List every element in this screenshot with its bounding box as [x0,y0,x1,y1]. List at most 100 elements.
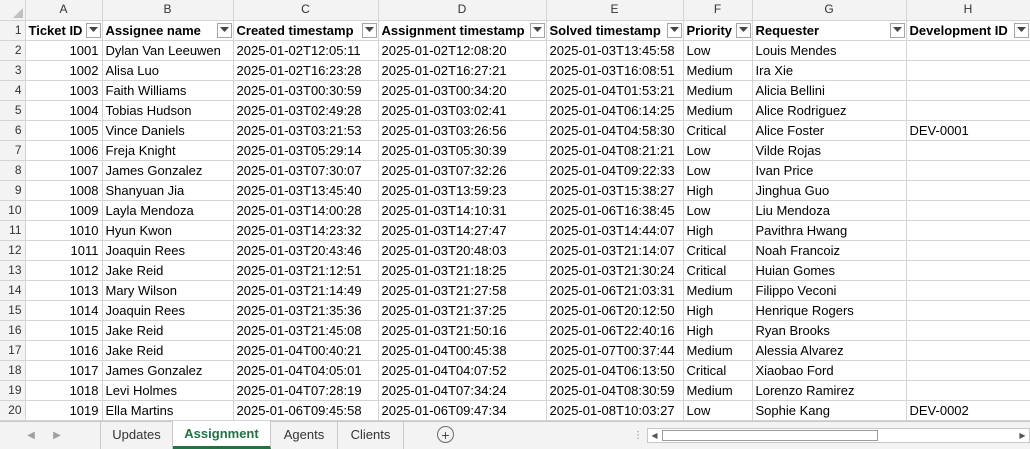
cell-b[interactable]: Levi Holmes [102,380,234,401]
row-header[interactable]: 6 [0,120,26,141]
cell-b[interactable]: Joaquin Rees [102,240,234,261]
cell-c[interactable]: 2025-01-03T03:21:53 [233,120,379,141]
cell-a[interactable]: 1005 [25,120,103,141]
cell-b[interactable]: Shanyuan Jia [102,180,234,201]
cell-a[interactable]: 1008 [25,180,103,201]
row-header[interactable]: 4 [0,80,26,101]
column-header-b[interactable]: B [102,0,234,21]
cell-e[interactable]: 2025-01-03T21:14:07 [546,240,684,261]
column-header-h[interactable]: H [906,0,1030,21]
header-cell[interactable]: Requester [752,20,907,41]
filter-dropdown-icon[interactable] [1013,22,1029,38]
cell-d[interactable]: 2025-01-03T00:34:20 [378,80,547,101]
cell-h[interactable] [906,340,1030,361]
filter-dropdown-icon[interactable] [216,22,232,38]
cell-b[interactable]: Vince Daniels [102,120,234,141]
cell-b[interactable]: Freja Knight [102,140,234,161]
row-header[interactable]: 17 [0,340,26,361]
cell-d[interactable]: 2025-01-03T07:32:26 [378,160,547,181]
cell-d[interactable]: 2025-01-03T20:48:03 [378,240,547,261]
filter-dropdown-icon[interactable] [666,22,682,38]
filter-dropdown-icon[interactable] [735,22,751,38]
header-cell[interactable]: Assignee name [102,20,234,41]
cell-h[interactable] [906,380,1030,401]
cell-g[interactable]: Vilde Rojas [752,140,907,161]
cell-e[interactable]: 2025-01-04T01:53:21 [546,80,684,101]
cell-f[interactable]: Low [683,140,753,161]
cell-f[interactable]: Critical [683,260,753,281]
cell-d[interactable]: 2025-01-03T14:10:31 [378,200,547,221]
cell-e[interactable]: 2025-01-03T14:44:07 [546,220,684,241]
cell-b[interactable]: Layla Mendoza [102,200,234,221]
row-header[interactable]: 3 [0,60,26,81]
cell-h[interactable]: DEV-0002 [906,400,1030,421]
cell-g[interactable]: Alicia Bellini [752,80,907,101]
header-cell[interactable]: Ticket ID [25,20,103,41]
row-header[interactable]: 13 [0,260,26,281]
cell-e[interactable]: 2025-01-04T09:22:33 [546,160,684,181]
cell-f[interactable]: Critical [683,120,753,141]
cell-f[interactable]: Low [683,160,753,181]
cell-h[interactable] [906,260,1030,281]
cell-h[interactable] [906,360,1030,381]
header-cell[interactable]: Created timestamp [233,20,379,41]
cell-c[interactable]: 2025-01-03T21:12:51 [233,260,379,281]
cell-b[interactable]: Dylan Van Leeuwen [102,40,234,61]
cell-g[interactable]: Ryan Brooks [752,320,907,341]
cell-e[interactable]: 2025-01-08T10:03:27 [546,400,684,421]
cell-d[interactable]: 2025-01-06T09:47:34 [378,400,547,421]
cell-b[interactable]: Hyun Kwon [102,220,234,241]
cell-c[interactable]: 2025-01-03T21:14:49 [233,280,379,301]
cell-h[interactable] [906,280,1030,301]
cell-f[interactable]: Medium [683,280,753,301]
cell-a[interactable]: 1013 [25,280,103,301]
cell-e[interactable]: 2025-01-04T06:13:50 [546,360,684,381]
cell-e[interactable]: 2025-01-07T00:37:44 [546,340,684,361]
splitter-handle[interactable]: ⋮ [633,430,643,441]
column-header-e[interactable]: E [546,0,684,21]
cell-g[interactable]: Louis Mendes [752,40,907,61]
tab-updates[interactable]: Updates [100,422,173,449]
cell-d[interactable]: 2025-01-03T03:26:56 [378,120,547,141]
cell-f[interactable]: High [683,300,753,321]
data-table[interactable]: ABCDEFGH 1 Ticket ID Assignee name Created … [0,0,1030,421]
cell-f[interactable]: Medium [683,60,753,81]
cell-d[interactable]: 2025-01-03T21:18:25 [378,260,547,281]
cell-g[interactable]: Noah Francoiz [752,240,907,261]
cell-f[interactable]: High [683,220,753,241]
row-header[interactable]: 1 [0,20,26,41]
cell-e[interactable]: 2025-01-06T21:03:31 [546,280,684,301]
row-header[interactable]: 11 [0,220,26,241]
cell-b[interactable]: James Gonzalez [102,360,234,381]
cell-b[interactable]: Alisa Luo [102,60,234,81]
cell-b[interactable]: James Gonzalez [102,160,234,181]
cell-d[interactable]: 2025-01-04T07:34:24 [378,380,547,401]
cell-c[interactable]: 2025-01-02T16:23:28 [233,60,379,81]
cell-d[interactable]: 2025-01-04T00:45:38 [378,340,547,361]
scroll-left-icon[interactable]: ◀ [648,429,661,442]
chevron-right-icon[interactable]: ▶ [50,428,64,442]
row-header[interactable]: 19 [0,380,26,401]
cell-f[interactable]: Low [683,400,753,421]
cell-f[interactable]: Critical [683,240,753,261]
cell-f[interactable]: Medium [683,340,753,361]
cell-h[interactable] [906,60,1030,81]
cell-a[interactable]: 1007 [25,160,103,181]
cell-c[interactable]: 2025-01-03T07:30:07 [233,160,379,181]
cell-g[interactable]: Sophie Kang [752,400,907,421]
header-cell[interactable]: Development ID [906,20,1030,41]
cell-b[interactable]: Jake Reid [102,260,234,281]
select-all-corner[interactable] [0,0,26,21]
cell-h[interactable] [906,240,1030,261]
cell-c[interactable]: 2025-01-03T00:30:59 [233,80,379,101]
cell-e[interactable]: 2025-01-04T06:14:25 [546,100,684,121]
cell-g[interactable]: Huian Gomes [752,260,907,281]
cell-d[interactable]: 2025-01-03T14:27:47 [378,220,547,241]
cell-a[interactable]: 1004 [25,100,103,121]
tab-clients[interactable]: Clients [338,422,404,449]
cell-c[interactable]: 2025-01-03T05:29:14 [233,140,379,161]
cell-g[interactable]: Ira Xie [752,60,907,81]
cell-b[interactable]: Jake Reid [102,340,234,361]
cell-a[interactable]: 1015 [25,320,103,341]
cell-d[interactable]: 2025-01-03T05:30:39 [378,140,547,161]
